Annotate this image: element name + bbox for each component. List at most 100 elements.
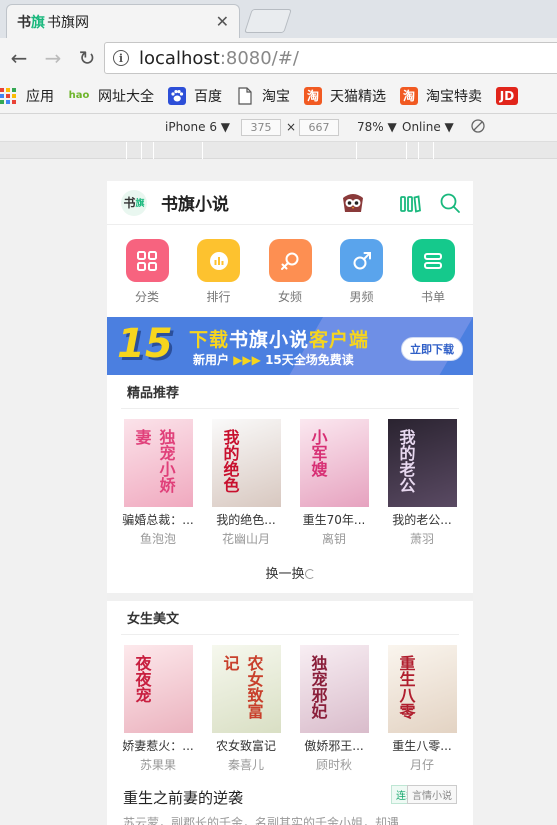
female-icon — [268, 239, 312, 282]
book-title: 重生八零... — [392, 739, 452, 753]
book-cover: 重生八零 — [387, 645, 457, 733]
bookmark-apps[interactable]: 应用 — [0, 86, 54, 106]
booklist-icon — [411, 239, 455, 282]
category-label: 女频 — [277, 290, 302, 304]
book-card[interactable]: 夜夜宠 娇妻惹火：... 苏果果 — [122, 645, 194, 773]
browser-tab[interactable]: 书旗 书旗网 ✕ — [6, 4, 240, 38]
device-toolbar: iPhone 6 ▼ 375 × 667 78% ▼ Online ▼ — [0, 114, 557, 142]
bookmark-taobao-sale[interactable]: 淘 淘宝特卖 — [400, 86, 482, 106]
book-title: 重生70年... — [302, 513, 366, 527]
male-icon — [340, 239, 383, 282]
banner-headline: 下载书旗小说客户端 — [189, 329, 370, 351]
book-author: 萧羽 — [409, 532, 434, 546]
grid-icon — [125, 239, 169, 282]
bookmark-jd[interactable]: JD — [496, 86, 526, 105]
bookmark-baidu[interactable]: 百度 — [168, 86, 222, 106]
category-booklist[interactable]: 书单 — [411, 239, 455, 317]
featured-desc: 苏云蒙，副郡长的千金，名副其实的千金小姐，却遇... — [123, 816, 411, 825]
female-book-list: 夜夜宠 娇妻惹火：... 苏果果 农女致富记 农女致富记 秦喜儿 独宠邪妃 傲娇… — [107, 635, 473, 773]
jd-icon: JD — [496, 86, 518, 105]
book-cover: 独宠邪妃 — [299, 645, 369, 733]
bookmark-hao[interactable]: hao 网址大全 — [68, 86, 154, 106]
owl-avatar-icon[interactable] — [341, 192, 365, 214]
book-cover: 我的老公 — [387, 419, 457, 507]
media-query-ruler — [0, 142, 557, 159]
device-select[interactable]: iPhone 6 ▼ — [165, 120, 230, 134]
bookshelf-icon[interactable] — [399, 192, 421, 214]
category-nav: 分类 排行 女频 男频 书单 — [107, 225, 473, 317]
times-sign: × — [286, 120, 297, 134]
book-cover: 农女致富记 — [211, 645, 281, 733]
book-author: 月仔 — [409, 758, 434, 772]
category-label: 排行 — [206, 290, 231, 304]
browser-toolbar: ← → ↻ i localhost:8080/#/ — [0, 38, 557, 78]
app-header: 书旗 书旗小说 — [107, 181, 473, 225]
book-title: 我的绝色... — [216, 513, 276, 527]
new-tab-button[interactable] — [244, 9, 292, 33]
reload-button[interactable]: ↻ — [70, 41, 104, 75]
bookmark-taobao[interactable]: 淘宝 — [236, 86, 290, 106]
featured-book[interactable]: 重生之前妻的逆袭 连载 言情小说 苏云蒙，副郡长的千金，名副其实的千金小姐，却遇… — [107, 773, 473, 825]
width-input[interactable]: 375 — [241, 119, 281, 136]
book-card[interactable]: 独宠小娇妻 骗婚总裁：... 鱼泡泡 — [122, 419, 194, 547]
book-title: 傲娇邪王... — [304, 739, 364, 753]
book-author: 秦喜儿 — [227, 758, 264, 772]
section-title-recommend: 精品推荐 — [121, 375, 459, 409]
network-select[interactable]: Online ▼ — [402, 120, 454, 134]
address-bar[interactable]: i localhost:8080/#/ — [104, 42, 557, 74]
zoom-select[interactable]: 78% ▼ — [357, 120, 397, 134]
book-author: 花幽山月 — [221, 532, 270, 546]
book-cover: 小军嫂 — [299, 419, 369, 507]
favicon: 书旗 — [17, 14, 45, 31]
refresh-icon — [304, 569, 315, 579]
close-tab-icon[interactable]: ✕ — [216, 12, 229, 31]
category-label: 书单 — [420, 290, 445, 304]
book-author: 离钥 — [321, 532, 346, 546]
category-classify[interactable]: 分类 — [125, 239, 169, 317]
download-now-button[interactable]: 立即下载 — [401, 337, 463, 361]
book-card[interactable]: 我的绝色 我的绝色... 花幽山月 — [211, 419, 281, 547]
book-card[interactable]: 独宠邪妃 傲娇邪王... 顾时秋 — [299, 645, 369, 773]
baidu-paw-icon — [168, 86, 186, 105]
browser-tabstrip: 书旗 书旗网 ✕ — [0, 0, 557, 38]
book-cover: 我的绝色 — [211, 419, 281, 507]
category-female[interactable]: 女频 — [268, 239, 312, 317]
hao-icon: hao — [68, 90, 90, 101]
search-icon[interactable] — [439, 192, 461, 214]
category-label: 男频 — [349, 290, 374, 304]
book-card[interactable]: 重生八零 重生八零... 月仔 — [387, 645, 457, 773]
recommend-book-list: 独宠小娇妻 骗婚总裁：... 鱼泡泡 我的绝色 我的绝色... 花幽山月 小军嫂… — [107, 409, 473, 547]
book-cover: 独宠小娇妻 — [123, 419, 193, 507]
bookmark-tmall[interactable]: 淘 天猫精选 — [304, 86, 386, 106]
height-input[interactable]: 667 — [299, 119, 339, 136]
category-male[interactable]: 男频 — [340, 239, 384, 317]
tao-icon: 淘 — [400, 86, 418, 105]
book-card[interactable]: 我的老公 我的老公... 萧羽 — [387, 419, 457, 547]
book-title: 农女致富记 — [215, 739, 276, 753]
section-divider — [107, 593, 473, 601]
refresh-button[interactable]: 换一换 — [107, 563, 473, 593]
genre-badge: 言情小说 — [407, 785, 457, 804]
book-cover: 夜夜宠 — [123, 645, 193, 733]
download-banner[interactable]: 15 下载书旗小说客户端 新用户 ▶▶▶ 15天全场免费读 立即下载 — [107, 317, 473, 375]
book-title: 骗婚总裁：... — [122, 513, 194, 527]
banner-subline: 新用户 ▶▶▶ 15天全场免费读 — [193, 353, 354, 367]
back-button[interactable]: ← — [2, 41, 36, 75]
book-title: 我的老公... — [392, 513, 452, 527]
banner-number: 15 — [117, 321, 173, 367]
brand-title: 书旗小说 — [161, 195, 229, 215]
book-card[interactable]: 农女致富记 农女致富记 秦喜儿 — [211, 645, 281, 773]
section-title-female: 女生美文 — [121, 601, 459, 635]
url-text[interactable]: localhost:8080/#/ — [139, 48, 299, 69]
book-card[interactable]: 小军嫂 重生70年... 离钥 — [299, 419, 369, 547]
info-icon[interactable]: i — [113, 50, 129, 66]
book-author: 顾时秋 — [315, 758, 352, 772]
apps-icon — [0, 87, 16, 104]
category-rank[interactable]: 排行 — [197, 239, 241, 317]
tao-icon: 淘 — [304, 86, 322, 105]
book-author: 鱼泡泡 — [139, 532, 176, 546]
app-logo[interactable]: 书旗 — [121, 189, 147, 216]
rotate-icon[interactable] — [470, 118, 486, 137]
device-viewport: 书旗 书旗小说 分类 排行 女频 男频 书单 15 下载书旗小说客户端 新用户 … — [107, 181, 473, 825]
forward-button[interactable]: → — [36, 41, 70, 75]
